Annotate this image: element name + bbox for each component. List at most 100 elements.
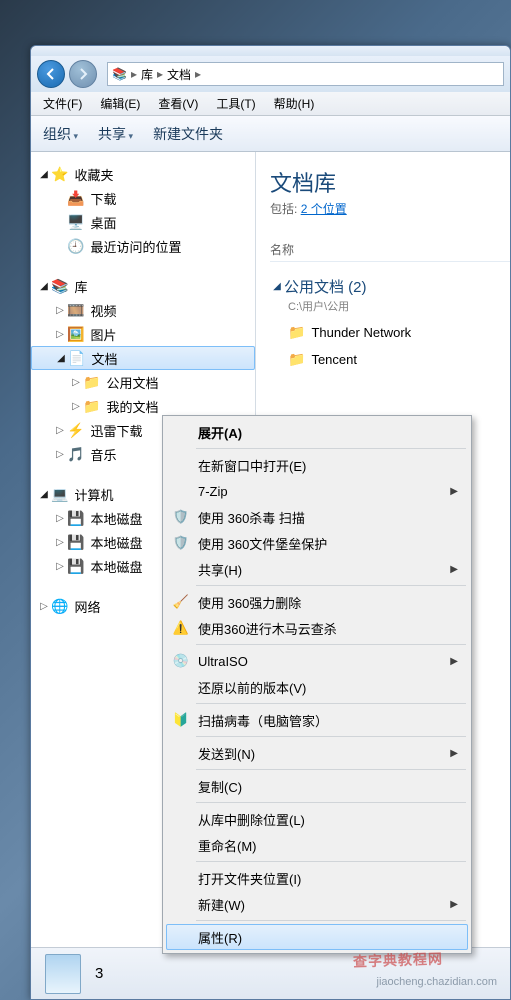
tree-documents[interactable]: ◢📄文档 [31, 346, 255, 370]
folder-icon: 📁 [288, 324, 305, 341]
new-folder-button[interactable]: 新建文件夹 [153, 124, 223, 144]
chevron-right-icon: ▸ [195, 67, 201, 81]
expander-icon[interactable]: ◢ [54, 353, 68, 364]
back-button[interactable] [37, 60, 65, 88]
expander-icon[interactable]: ▷ [53, 329, 67, 340]
menu-bar: 文件(F) 编辑(E) 查看(V) 工具(T) 帮助(H) [31, 92, 510, 116]
cm-virus-scan[interactable]: 🔰扫描病毒（电脑管家） [166, 707, 468, 733]
cm-restore-versions[interactable]: 还原以前的版本(V) [166, 674, 468, 700]
tree-recent[interactable]: 🕘最近访问的位置 [31, 234, 255, 258]
drive-icon: 💾 [67, 558, 84, 575]
submenu-arrow-icon: ▶ [450, 656, 458, 667]
tree-videos[interactable]: ▷🎞️视频 [31, 298, 255, 322]
video-icon: 🎞️ [67, 302, 84, 319]
breadcrumb-item[interactable]: 库 [141, 66, 153, 83]
library-title: 文档库 [270, 166, 510, 198]
chevron-right-icon: ▸ [131, 67, 137, 81]
tree-favorites[interactable]: ◢⭐收藏夹 [31, 162, 255, 186]
documents-icon: 📄 [68, 350, 85, 367]
chevron-right-icon: ▸ [157, 67, 163, 81]
expander-icon[interactable]: ▷ [53, 305, 67, 316]
locations-link[interactable]: 2 个位置 [301, 202, 347, 216]
watermark-url: jiaocheng.chazidian.com [377, 976, 497, 988]
window-titlebar [31, 46, 510, 56]
computer-icon: 💻 [51, 486, 68, 503]
cm-properties[interactable]: 属性(R) [166, 924, 468, 950]
shield-icon: 🛡️ [172, 534, 190, 552]
cm-open-folder-location[interactable]: 打开文件夹位置(I) [166, 865, 468, 891]
tree-libraries[interactable]: ◢📚库 [31, 274, 255, 298]
context-menu: 展开(A) 在新窗口中打开(E) 7-Zip▶ 🛡️使用 360杀毒 扫描 🛡️… [162, 415, 472, 954]
expander-icon[interactable]: ◢ [37, 489, 51, 500]
thunder-icon: ⚡ [67, 422, 84, 439]
organize-button[interactable]: 组织 [43, 124, 78, 144]
watermark-logo: 查字典教程网 [353, 948, 444, 971]
expander-icon[interactable]: ▷ [53, 425, 67, 436]
cm-ultraiso[interactable]: 💿UltraISO▶ [166, 648, 468, 674]
expander-icon[interactable]: ▷ [69, 377, 83, 388]
cm-360-cloud-check[interactable]: ⚠️使用360进行木马云查杀 [166, 615, 468, 641]
library-icon [45, 954, 81, 994]
pictures-icon: 🖼️ [67, 326, 84, 343]
shield-icon: 🛡️ [172, 508, 190, 526]
library-icon: 📚 [51, 278, 68, 295]
desktop-icon: 🖥️ [67, 214, 84, 231]
folder-icon: 📁 [83, 374, 100, 391]
submenu-arrow-icon: ▶ [450, 486, 458, 497]
expander-icon[interactable]: ▷ [53, 449, 67, 460]
nav-bar: 📚 ▸ 库 ▸ 文档 ▸ [31, 56, 510, 92]
list-item[interactable]: 📁Thunder Network [288, 324, 510, 341]
menu-help[interactable]: 帮助(H) [268, 93, 321, 114]
expander-icon[interactable]: ▷ [69, 401, 83, 412]
submenu-arrow-icon: ▶ [450, 748, 458, 759]
address-bar[interactable]: 📚 ▸ 库 ▸ 文档 ▸ [107, 62, 504, 86]
submenu-arrow-icon: ▶ [450, 899, 458, 910]
cm-expand[interactable]: 展开(A) [166, 419, 468, 445]
cm-share[interactable]: 共享(H)▶ [166, 556, 468, 582]
drive-icon: 💾 [67, 510, 84, 527]
expander-icon[interactable]: ▷ [53, 537, 67, 548]
expander-icon[interactable]: ▷ [53, 561, 67, 572]
library-icon: 📚 [112, 67, 127, 81]
expander-icon[interactable]: ▷ [37, 601, 51, 612]
cm-remove-from-library[interactable]: 从库中删除位置(L) [166, 806, 468, 832]
star-icon: ⭐ [51, 166, 68, 183]
status-count: 3 [95, 965, 103, 982]
drive-icon: 💾 [67, 534, 84, 551]
expander-icon[interactable]: ◢ [37, 169, 51, 180]
cm-rename[interactable]: 重命名(M) [166, 832, 468, 858]
expander-icon[interactable]: ◢ [270, 281, 284, 292]
folder-icon: 📁 [288, 351, 305, 368]
cm-send-to[interactable]: 发送到(N)▶ [166, 740, 468, 766]
breadcrumb-item[interactable]: 文档 [167, 66, 191, 83]
cm-copy[interactable]: 复制(C) [166, 773, 468, 799]
toolbar: 组织 共享 新建文件夹 [31, 116, 510, 152]
column-header-name[interactable]: 名称 [270, 241, 510, 262]
cm-7zip[interactable]: 7-Zip▶ [166, 478, 468, 504]
tree-pictures[interactable]: ▷🖼️图片 [31, 322, 255, 346]
shredder-icon: 🧹 [172, 593, 190, 611]
disc-icon: 💿 [172, 652, 190, 670]
cm-360-force-delete[interactable]: 🧹使用 360强力删除 [166, 589, 468, 615]
expander-icon[interactable]: ▷ [53, 513, 67, 524]
shield-icon: 🔰 [172, 711, 190, 729]
cm-360-scan[interactable]: 🛡️使用 360杀毒 扫描 [166, 504, 468, 530]
tree-public-docs[interactable]: ▷📁公用文档 [31, 370, 255, 394]
cm-open-new-window[interactable]: 在新窗口中打开(E) [166, 452, 468, 478]
menu-tools[interactable]: 工具(T) [210, 93, 261, 114]
list-item[interactable]: 📁Tencent [288, 351, 510, 368]
tree-desktop[interactable]: 🖥️桌面 [31, 210, 255, 234]
tree-downloads[interactable]: 📥下载 [31, 186, 255, 210]
menu-view[interactable]: 查看(V) [152, 93, 204, 114]
group-header[interactable]: ◢公用文档 (2) [270, 276, 510, 297]
watermark-side: Bai du 经验 [481, 802, 507, 930]
share-button[interactable]: 共享 [98, 124, 133, 144]
menu-edit[interactable]: 编辑(E) [94, 93, 146, 114]
forward-button[interactable] [69, 60, 97, 88]
cm-new[interactable]: 新建(W)▶ [166, 891, 468, 917]
menu-file[interactable]: 文件(F) [37, 93, 88, 114]
library-subtitle: 包括: 2 个位置 [270, 200, 510, 217]
downloads-icon: 📥 [67, 190, 84, 207]
expander-icon[interactable]: ◢ [37, 281, 51, 292]
cm-360-fortress[interactable]: 🛡️使用 360文件堡垒保护 [166, 530, 468, 556]
